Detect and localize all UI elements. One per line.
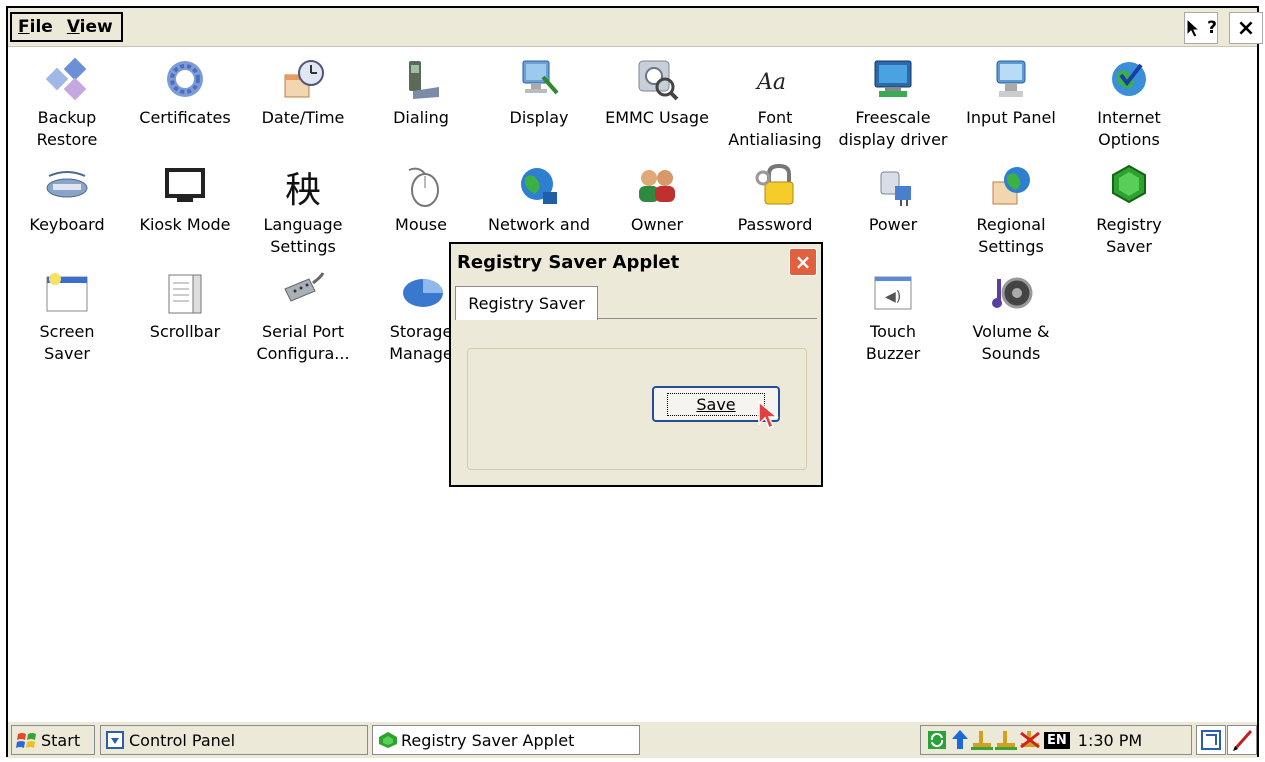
help-button[interactable]: ? xyxy=(1184,12,1218,44)
help-arrow-icon xyxy=(1186,17,1201,38)
internet-options-icon xyxy=(1107,57,1151,101)
regional-settings-icon xyxy=(989,164,1033,208)
touch-buzzer-icon: ◀) xyxy=(871,271,915,315)
emmc-usage-item[interactable]: EMMC Usage xyxy=(598,57,716,129)
date-time-icon xyxy=(281,57,325,101)
freescale-display-item[interactable]: Freescale display driver xyxy=(834,57,952,151)
volume-sounds-icon xyxy=(989,271,1033,315)
network-disconnected-icon[interactable] xyxy=(1019,729,1041,751)
taskbar-control-panel[interactable]: Control Panel xyxy=(100,725,368,755)
dialing-icon xyxy=(399,57,443,101)
backup-restore-icon xyxy=(45,57,89,101)
mouse-item[interactable]: Mouse xyxy=(362,164,480,236)
svg-text:Aa: Aa xyxy=(755,70,786,95)
menubar: File View ? × xyxy=(8,8,1263,47)
system-tray: EN 1:30 PM xyxy=(920,725,1192,755)
input-panel-toggle-button[interactable] xyxy=(1227,725,1257,755)
network-item[interactable]: Network and xyxy=(480,164,598,236)
control-panel-icon xyxy=(106,731,124,749)
scrollbar-item[interactable]: Scrollbar xyxy=(126,271,244,343)
volume-sounds-item[interactable]: Volume & Sounds xyxy=(952,271,1070,365)
serial-port-icon xyxy=(281,271,325,315)
registry-saver-small-icon xyxy=(379,732,397,748)
internet-options-item[interactable]: Internet Options xyxy=(1070,57,1188,151)
taskbar-registry-saver[interactable]: Registry Saver Applet xyxy=(372,725,640,755)
owner-item[interactable]: Owner xyxy=(598,164,716,236)
regional-settings-item[interactable]: Regional Settings xyxy=(952,164,1070,258)
screen-saver-item[interactable]: Screen Saver xyxy=(8,271,126,365)
backup-restore-item[interactable]: Backup Restore xyxy=(8,57,126,151)
input-panel-item[interactable]: Input Panel xyxy=(952,57,1070,129)
up-arrow-icon[interactable] xyxy=(951,729,969,751)
dialog-title: Registry Saver Applet xyxy=(451,244,821,280)
clock[interactable]: 1:30 PM xyxy=(1078,731,1142,750)
keyboard-item[interactable]: Keyboard xyxy=(8,164,126,236)
serial-port-item[interactable]: Serial Port Configura... xyxy=(244,271,362,365)
display-item[interactable]: Display xyxy=(480,57,598,129)
pen-icon xyxy=(1233,730,1253,751)
certificates-icon xyxy=(163,57,207,101)
tab-registry-saver[interactable]: Registry Saver xyxy=(455,286,598,320)
menu-file[interactable]: File xyxy=(18,17,53,37)
tab-divider xyxy=(598,318,817,319)
taskbar: Start Control Panel Registry Saver Apple… xyxy=(8,721,1257,758)
sync-icon[interactable] xyxy=(927,730,947,750)
desktop-toggle-button[interactable] xyxy=(1196,725,1226,755)
language-settings-item[interactable]: 秧 Language Settings xyxy=(244,164,362,258)
password-icon xyxy=(753,163,797,208)
font-antialiasing-item[interactable]: Aa Font Antialiasing xyxy=(716,57,834,151)
kiosk-mode-icon xyxy=(163,164,207,208)
mouse-icon xyxy=(399,164,443,208)
screen-saver-icon xyxy=(45,271,89,315)
language-icon: 秧 xyxy=(281,164,325,211)
close-button[interactable]: × xyxy=(1229,12,1263,44)
desktop-icon xyxy=(1201,730,1221,750)
svg-text:◀): ◀) xyxy=(885,289,901,305)
registry-saver-dialog: Registry Saver Applet × Registry Saver S… xyxy=(449,242,823,487)
emmc-usage-icon xyxy=(635,57,679,101)
network-connection-icon-2[interactable] xyxy=(995,729,1017,751)
display-icon xyxy=(517,57,561,101)
input-panel-icon xyxy=(989,57,1033,101)
registry-saver-icon xyxy=(1107,164,1151,208)
freescale-display-icon xyxy=(871,57,915,101)
owner-icon xyxy=(635,164,679,208)
windows-logo-icon xyxy=(16,733,36,748)
dialog-close-button[interactable]: × xyxy=(789,248,817,276)
kiosk-mode-item[interactable]: Kiosk Mode xyxy=(126,164,244,236)
power-item[interactable]: Power xyxy=(834,164,952,236)
font-icon: Aa xyxy=(753,57,797,101)
dialing-item[interactable]: Dialing xyxy=(362,57,480,129)
network-connection-icon[interactable] xyxy=(971,729,993,751)
date-time-item[interactable]: Date/Time xyxy=(244,57,362,129)
password-item[interactable]: Password xyxy=(716,163,834,236)
mouse-cursor-icon xyxy=(758,400,779,430)
menu-container: File View xyxy=(10,12,123,42)
storage-manager-icon xyxy=(399,271,443,315)
keyboard-icon xyxy=(45,164,89,208)
certificates-item[interactable]: Certificates xyxy=(126,57,244,129)
network-icon xyxy=(517,164,561,208)
scrollbar-icon xyxy=(163,271,207,315)
svg-text:秧: 秧 xyxy=(285,170,321,208)
registry-saver-item[interactable]: Registry Saver xyxy=(1070,164,1188,258)
power-icon xyxy=(871,164,915,208)
menu-view[interactable]: View xyxy=(67,17,113,37)
start-button[interactable]: Start xyxy=(11,725,95,755)
input-language-badge[interactable]: EN xyxy=(1044,731,1070,749)
touch-buzzer-item[interactable]: ◀) Touch Buzzer xyxy=(834,271,952,365)
